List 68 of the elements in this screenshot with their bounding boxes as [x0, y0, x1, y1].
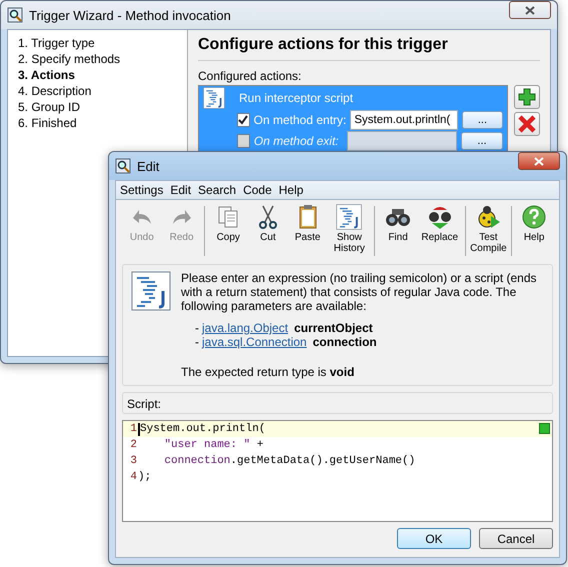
- dialog-button[interactable]: OK: [397, 528, 471, 549]
- toolbar-button[interactable]: Replace: [418, 204, 462, 258]
- toolbar-button[interactable]: Show History: [328, 204, 372, 258]
- script-icon: [336, 204, 362, 230]
- status-marker-icon: [539, 423, 550, 434]
- browse-button[interactable]: ...: [462, 111, 503, 129]
- script-icon: [203, 87, 225, 109]
- type-link[interactable]: java.lang.Object: [202, 321, 288, 335]
- menu-item[interactable]: Edit: [170, 183, 192, 197]
- option-label: On method exit:: [254, 134, 340, 148]
- line-number: 3: [129, 455, 138, 467]
- checkbox[interactable]: [237, 113, 250, 127]
- toolbar-button[interactable]: Help: [515, 204, 553, 258]
- plus-icon: [518, 88, 536, 106]
- binoculars-icon: [426, 204, 453, 230]
- parameter-name: currentObject: [294, 321, 373, 335]
- type-link[interactable]: java.sql.Connection: [202, 335, 307, 349]
- line-number: 1: [129, 423, 138, 435]
- list-dash: -: [195, 335, 199, 349]
- code-line: "user name: " +: [163, 439, 264, 451]
- check-icon: [238, 115, 248, 125]
- menu-item[interactable]: Code: [243, 183, 272, 197]
- menu-item[interactable]: Settings: [120, 183, 164, 197]
- wizard-step: 2. Specify methods: [18, 52, 177, 66]
- toolbar-button[interactable]: Test Compile: [468, 204, 508, 258]
- return-type-text: The expected return type is void: [181, 365, 356, 379]
- list-dash: -: [195, 321, 199, 335]
- wizard-step: 5. Group ID: [18, 100, 177, 114]
- magnifier-icon: [7, 7, 23, 23]
- actions-label: Configured actions:: [198, 69, 302, 83]
- toolbar-button[interactable]: Copy: [208, 204, 248, 258]
- parameter-name: connection: [312, 335, 377, 349]
- close-icon: [525, 6, 535, 14]
- magnifier-icon: [115, 158, 131, 174]
- code-editor[interactable]: 1 System.out.println( 2 "user name: " + 3 connection.getMetaData().getUserName() 4);: [122, 420, 553, 522]
- add-button[interactable]: [514, 85, 540, 109]
- code-line: connection.getMetaData().getUserName(): [163, 455, 416, 467]
- line-number: 2: [129, 439, 138, 451]
- toolbar-button[interactable]: Cut: [248, 204, 288, 258]
- menu-item[interactable]: Search: [198, 183, 236, 197]
- script-field[interactable]: System.out.println(: [350, 110, 458, 130]
- script-field[interactable]: [347, 131, 457, 151]
- close-button[interactable]: [509, 1, 551, 19]
- action-name: Run interceptor script: [239, 91, 354, 105]
- help-icon: [521, 204, 548, 230]
- page-heading: Configure actions for this trigger: [198, 36, 540, 61]
- window-title: Edit: [137, 158, 160, 174]
- wizard-step: 1. Trigger type: [18, 36, 177, 50]
- menu-item[interactable]: Help: [278, 183, 304, 197]
- close-button[interactable]: [518, 152, 560, 170]
- code-line: System.out.println(: [140, 423, 266, 435]
- toolbar-button[interactable]: Paste: [288, 204, 328, 258]
- close-icon: [534, 156, 544, 166]
- wizard-step: 3. Actions: [18, 68, 177, 82]
- delete-x-icon: [518, 115, 536, 133]
- wizard-step: 6. Finished: [18, 116, 177, 130]
- window-title: Trigger Wizard - Method invocation: [29, 8, 232, 22]
- option-label: On method entry:: [254, 113, 346, 127]
- code-line: );: [138, 471, 152, 483]
- line-number: 4: [129, 471, 138, 483]
- delete-button[interactable]: [514, 112, 540, 136]
- script-icon: [131, 271, 171, 311]
- dialog-button[interactable]: Cancel: [479, 528, 553, 549]
- wizard-step: 4. Description: [18, 84, 177, 98]
- toolbar-button[interactable]: Find: [378, 204, 418, 258]
- script-label: Script:: [127, 397, 162, 411]
- instruction-text: Please enter an expression (no trailing semicolon) or a script (ends with a return statement) that consists of regular Java code. The following parameters are available:: [181, 271, 538, 313]
- text-caret: [138, 422, 140, 436]
